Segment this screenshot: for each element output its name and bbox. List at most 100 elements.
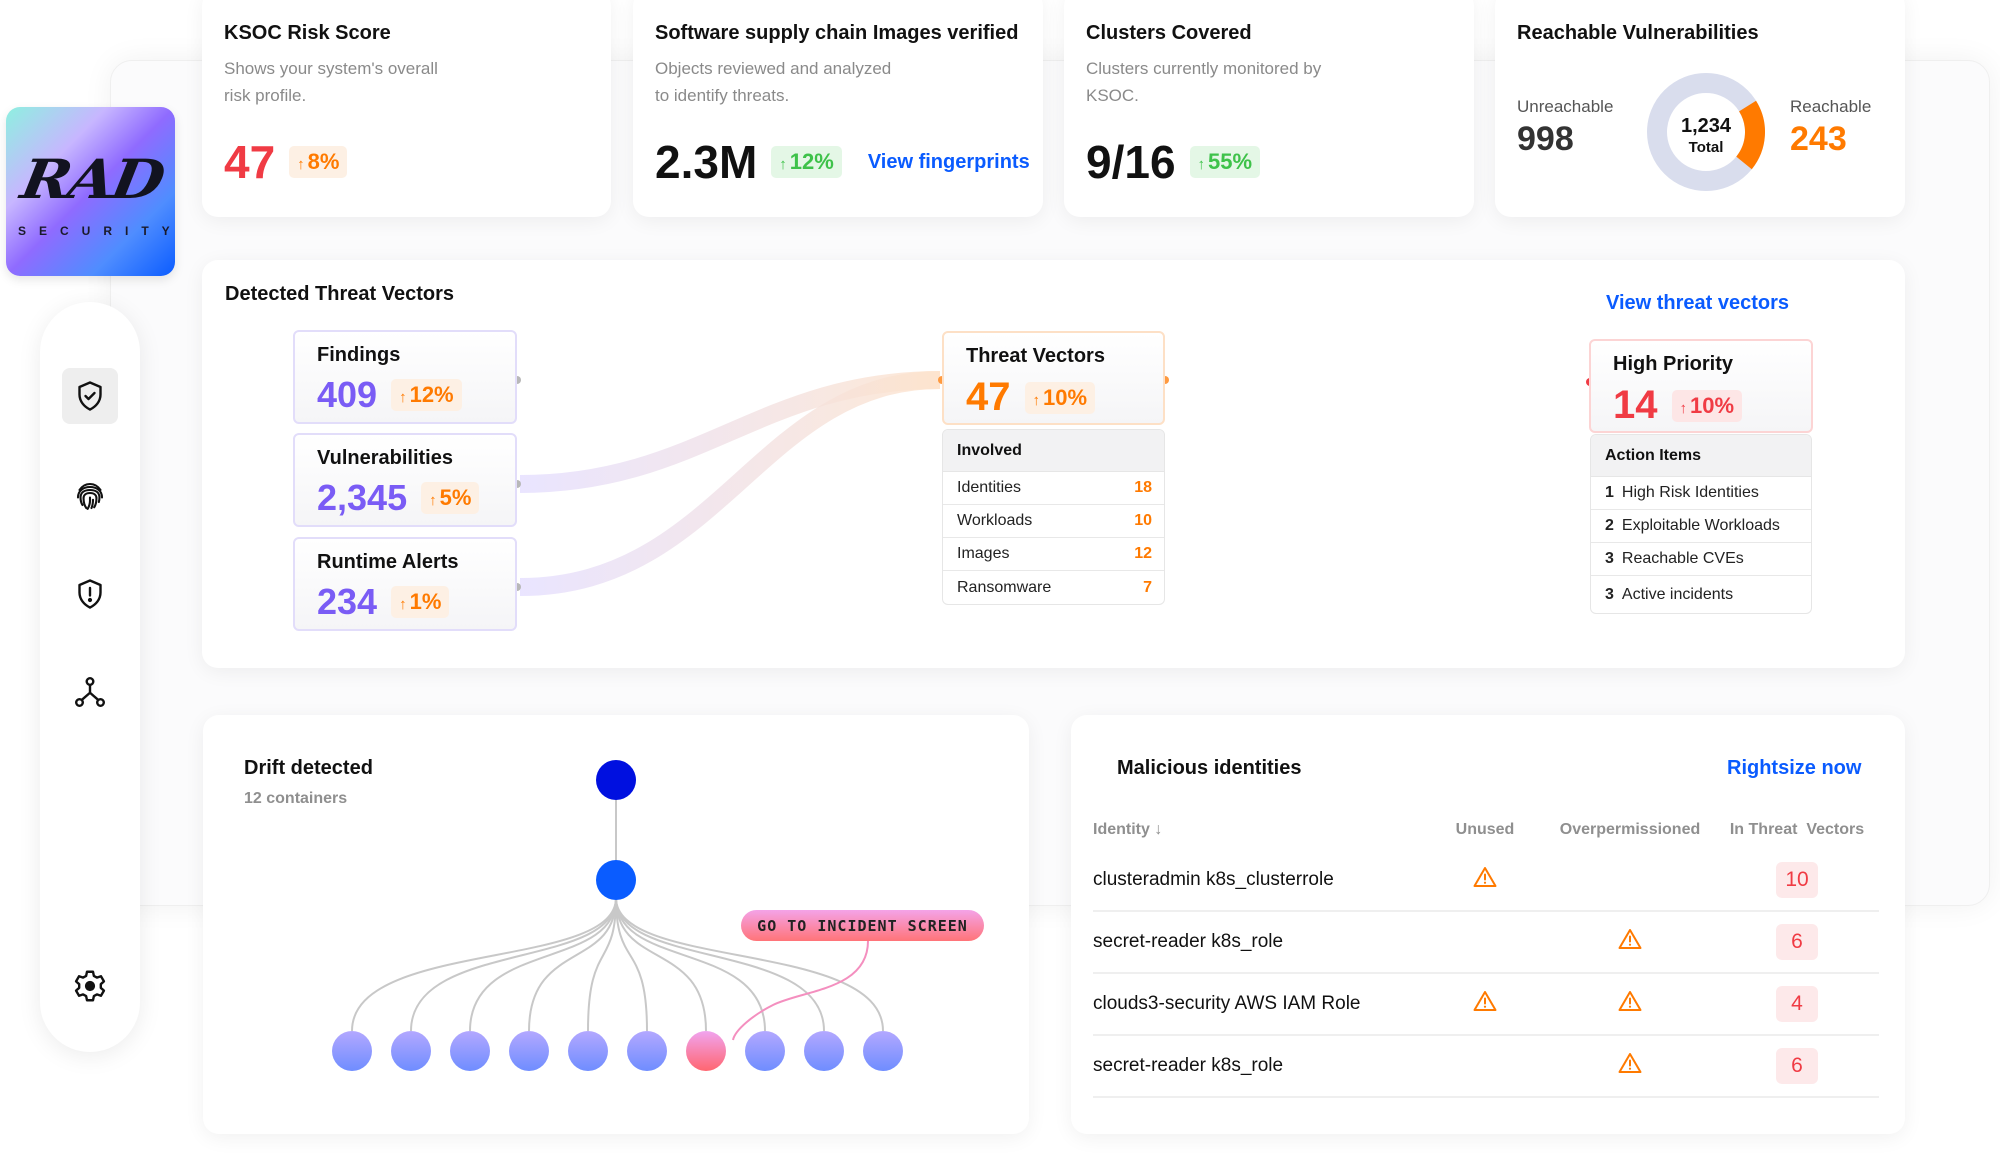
rightsize-now-link[interactable]: Rightsize now [1727, 757, 1861, 780]
shield-check-icon [78, 381, 102, 411]
node-value: 234 [317, 581, 378, 622]
node-label: Vulnerabilities [317, 447, 453, 469]
reachable-value: 243 [1790, 120, 1847, 158]
node-label: Threat Vectors [966, 345, 1105, 367]
warning-icon [1473, 867, 1497, 887]
risk-score-card: KSOC Risk Score Shows your system's over… [202, 0, 611, 217]
card-subtitle: Shows your system's overall risk profile… [224, 59, 438, 105]
card-subtitle: Clusters currently monitored by KSOC. [1086, 59, 1322, 105]
identities-table: Identity ↓ Unused Overpermissioned In Th… [1093, 810, 1879, 1098]
unused-cell [1425, 990, 1545, 1018]
section-title: Detected Threat Vectors [225, 283, 454, 305]
overpermissioned-cell [1545, 1052, 1715, 1080]
change-badge: ↑ 10% [1671, 389, 1743, 422]
card-subtitle: Objects reviewed and analyzed to identif… [655, 59, 892, 105]
view-threat-vectors-link[interactable]: View threat vectors [1606, 292, 1789, 315]
column-header-overpermissioned[interactable]: Overpermissioned [1545, 821, 1715, 839]
risk-score-value: 47 [224, 136, 276, 188]
sidebar-item-fingerprints[interactable] [62, 468, 118, 524]
fingerprint-icon [76, 482, 104, 510]
change-badge: ↑ 1% [391, 586, 450, 618]
change-badge: ↑ 10% [1024, 381, 1096, 414]
threat-vector-count: 6 [1776, 1048, 1818, 1084]
identity-name: clusteradmin k8s_clusterrole [1093, 869, 1334, 890]
node-label: Runtime Alerts [317, 551, 459, 573]
card-title: Clusters Covered [1086, 22, 1252, 44]
change-badge: ↑ 5% [421, 482, 480, 514]
threat-vector-count-cell: 6 [1715, 924, 1879, 960]
overpermissioned-cell [1545, 990, 1715, 1018]
donut-total-value: 1,234 [1681, 115, 1732, 137]
go-to-incident-button[interactable]: GO TO INCIDENT SCREEN [741, 910, 984, 941]
logo-text: RAD [16, 148, 167, 212]
reachable-label: Reachable [1790, 97, 1872, 116]
action-item[interactable]: 3 Active incidents [1591, 576, 1811, 613]
involved-row[interactable]: Images 12 [943, 538, 1164, 571]
column-header-threat-vectors[interactable]: In Threat Vectors [1715, 821, 1879, 839]
change-badge: ↑ 55% [1189, 146, 1261, 178]
clusters-value: 9/16 [1086, 136, 1176, 188]
action-items-table: Action Items 1 High Risk Identities 2 Expl… [1590, 434, 1812, 614]
threat-vectors-node[interactable]: Threat Vectors 47 ↑ 10% [942, 331, 1165, 425]
logo-subtext: SECURITY [18, 224, 175, 238]
malicious-identities-card: Malicious identities Rightsize now Ident… [1071, 715, 1905, 1134]
sidebar-item-security[interactable] [62, 368, 118, 424]
threat-vector-count: 10 [1776, 862, 1818, 898]
column-header-identity[interactable]: Identity ↓ [1093, 821, 1425, 839]
identity-name: secret-reader k8s_role [1093, 931, 1284, 952]
drift-subtitle: 12 containers [244, 790, 348, 807]
identity-name: clouds3-security AWS IAM Role [1093, 993, 1361, 1014]
table-header: Identity ↓ Unused Overpermissioned In Th… [1093, 810, 1879, 850]
threat-vector-count-cell: 4 [1715, 986, 1879, 1022]
reachable-donut-chart: 1,234 Total [1647, 73, 1765, 191]
involved-row[interactable]: Ransomware 7 [943, 571, 1164, 604]
card-title: Reachable Vulnerabilities [1517, 22, 1759, 44]
warning-icon [1618, 1053, 1642, 1073]
warning-icon [1618, 929, 1642, 949]
clusters-card: Clusters Covered Clusters currently moni… [1064, 0, 1474, 217]
node-value: 14 [1613, 383, 1658, 427]
threat-vector-count-cell: 10 [1715, 862, 1879, 898]
sidebar [40, 302, 140, 1052]
threat-vector-count: 6 [1776, 924, 1818, 960]
vulnerabilities-node[interactable]: Vulnerabilities 2,345 ↑ 5% [293, 433, 517, 527]
change-badge: ↑ 12% [391, 379, 462, 411]
node-value: 409 [317, 374, 378, 415]
action-items-header: Action Items [1591, 435, 1811, 477]
donut-total-label: Total [1689, 139, 1724, 156]
unused-cell [1425, 866, 1545, 894]
involved-header: Involved [943, 430, 1164, 472]
involved-row[interactable]: Workloads 10 [943, 505, 1164, 538]
sidebar-item-alerts[interactable] [62, 566, 118, 622]
gear-icon [74, 970, 106, 1002]
action-item[interactable]: 1 High Risk Identities [1591, 477, 1811, 510]
node-label: High Priority [1613, 353, 1734, 375]
section-title: Malicious identities [1117, 757, 1302, 779]
findings-node[interactable]: Findings 409 ↑ 12% [293, 330, 517, 424]
table-row[interactable]: clusteradmin k8s_clusterrole 10 [1093, 850, 1879, 912]
action-item[interactable]: 2 Exploitable Workloads [1591, 510, 1811, 543]
sidebar-item-graph[interactable] [62, 664, 118, 720]
table-row[interactable]: clouds3-security AWS IAM Role 4 [1093, 974, 1879, 1036]
involved-table: Involved Identities 18 Workloads 10 Images… [942, 429, 1165, 605]
view-fingerprints-link[interactable]: View fingerprints [868, 151, 1030, 174]
involved-row[interactable]: Identities 18 [943, 472, 1164, 505]
unreachable-label: Unreachable [1517, 97, 1614, 116]
unreachable-value: 998 [1517, 120, 1574, 158]
change-badge: ↑ 8% [289, 146, 348, 178]
table-row[interactable]: secret-reader k8s_role 6 [1093, 1036, 1879, 1098]
action-item[interactable]: 3 Reachable CVEs [1591, 543, 1811, 576]
card-title: KSOC Risk Score [224, 22, 391, 44]
node-value: 47 [966, 375, 1011, 419]
warning-icon [1473, 991, 1497, 1011]
card-title: Software supply chain Images verified [655, 22, 1019, 44]
high-priority-node[interactable]: High Priority 14 ↑ 10% [1589, 339, 1813, 433]
rad-security-logo[interactable]: RAD SECURITY [6, 107, 175, 276]
table-row[interactable]: secret-reader k8s_role 6 [1093, 912, 1879, 974]
runtime-alerts-node[interactable]: Runtime Alerts 234 ↑ 1% [293, 537, 517, 631]
threat-vector-count: 4 [1776, 986, 1818, 1022]
column-header-unused[interactable]: Unused [1425, 821, 1545, 839]
network-icon [74, 676, 105, 707]
sidebar-item-settings[interactable] [62, 958, 118, 1014]
shield-alert-icon [78, 579, 102, 609]
